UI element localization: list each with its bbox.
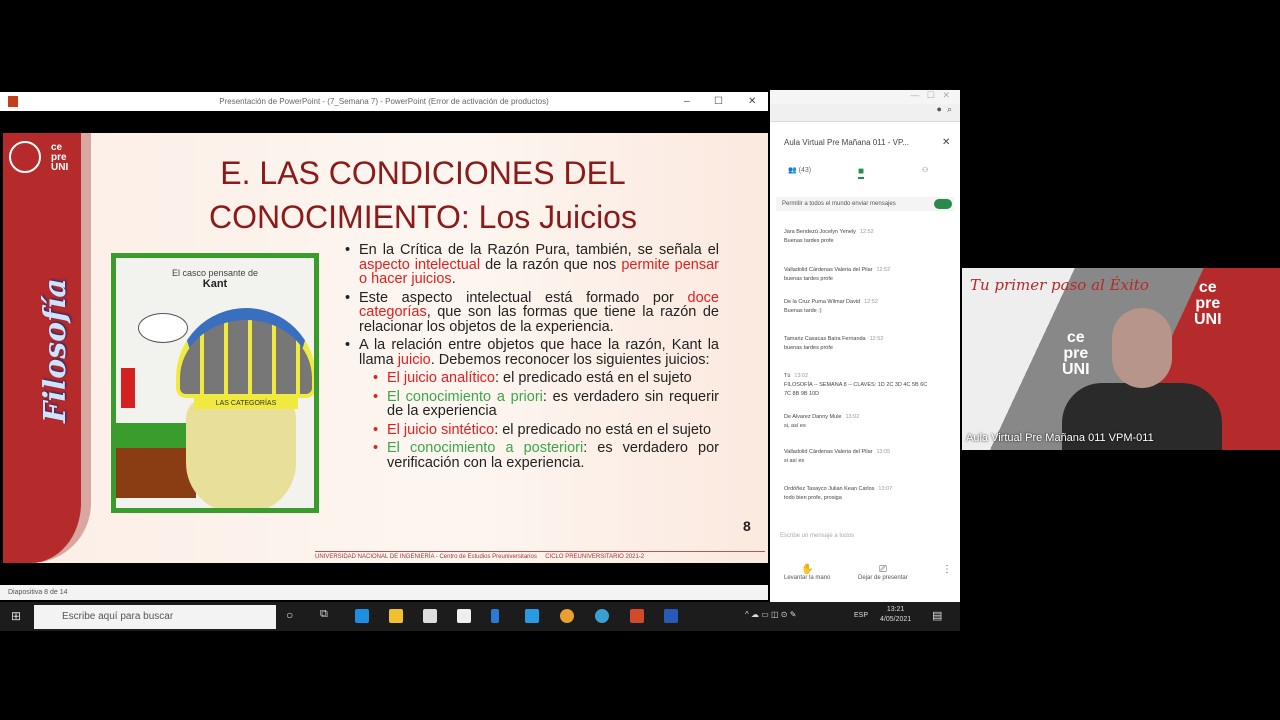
title-bar: Presentación de PowerPoint - (7_Semana 7… xyxy=(0,92,768,111)
window-title: Presentación de PowerPoint - (7_Semana 7… xyxy=(219,97,549,106)
kant-image: El casco pensante de Kant LAS CATEGORÍAS xyxy=(111,253,319,513)
close-chat-button[interactable]: ✕ xyxy=(942,137,950,148)
message-text: si, así es xyxy=(784,423,806,429)
message-text: todo bien profe, prosiga xyxy=(784,495,842,501)
minimize-button[interactable]: – xyxy=(684,92,690,111)
taskbar-search[interactable]: Escribe aquí para buscar xyxy=(34,605,276,629)
sender-name: Tú xyxy=(784,373,791,379)
message-time: 12:52 xyxy=(869,336,884,342)
sender-name: De Alvarez Danny Mule xyxy=(784,414,842,420)
start-button[interactable]: ⊞ xyxy=(11,609,21,623)
message-time: 12:52 xyxy=(859,229,874,235)
cam-logo: ce pre UNI xyxy=(1194,279,1222,328)
message-text: Buenas tardes profe xyxy=(784,238,834,244)
chat-message: Valladolid Cárdenas Valeria del Pilar 13:… xyxy=(784,448,934,466)
message-time: 13:07 xyxy=(878,486,893,492)
sender-name: Ordóñez Tasayco Julian Kean Carlos xyxy=(784,486,875,492)
search-icon[interactable]: ⌕ xyxy=(947,104,952,114)
chrome-icon[interactable] xyxy=(560,609,574,623)
message-text: FILOSOFÍA -- SEMANA 8 -- CLAVES: 1D 2C 3… xyxy=(784,382,928,397)
toolbar: ● ⌕ xyxy=(770,104,960,122)
message-text: buenas tardes profe xyxy=(784,345,833,351)
slide-title: E. LAS CONDICIONES DEL CONOCIMIENTO: Los … xyxy=(209,155,637,235)
sender-name: Valladolid Cárdenas Valeria del Pilar xyxy=(784,449,873,455)
chat-message: Tamariz Casacas Baira Fernanda 12:52 buena… xyxy=(784,335,934,353)
meeting-title: Aula Virtual Pre Mañana 011 - VP... xyxy=(784,138,909,147)
powerpoint-taskbar-icon[interactable] xyxy=(630,609,644,623)
message-time: 13:02 xyxy=(794,373,809,379)
bullet-list: En la Crítica de la Razón Pura, también,… xyxy=(341,243,719,474)
message-text: buenas tardes profe xyxy=(784,276,833,282)
app-icon[interactable] xyxy=(491,609,499,623)
message-text: si así es xyxy=(784,458,805,464)
chat-tab[interactable]: ■ xyxy=(858,166,865,179)
close-button[interactable]: ✕ xyxy=(748,92,756,111)
slogan: Tu primer paso al Éxito xyxy=(970,276,1149,294)
chat-message: De la Cruz Puma Wilmar David 12:52 Buenas … xyxy=(784,298,934,316)
notifications-icon[interactable]: ▤ xyxy=(932,609,942,622)
categories-label: LAS CATEGORÍAS xyxy=(194,398,298,409)
chat-message: De Alvarez Danny Mule 13:02 si, así es xyxy=(784,413,934,431)
word-icon[interactable] xyxy=(664,609,678,623)
chat-message: Jara Bendezú Jocelyn Yenely 12:52 Buenas t… xyxy=(784,228,934,246)
sender-name: Valladolid Cárdenas Valeria del Pilar xyxy=(784,267,873,273)
more-options-icon[interactable]: ⋮ xyxy=(942,564,952,575)
chat-message: Tú 13:02 FILOSOFÍA -- SEMANA 8 -- CLAVES: … xyxy=(784,372,934,399)
language-indicator[interactable]: ESP xyxy=(854,612,868,619)
apps-tab[interactable]: ⚇ xyxy=(922,166,928,174)
sender-name: De la Cruz Puma Wilmar David xyxy=(784,299,861,305)
stop-presenting-button[interactable]: ⎚ Dejar de presentar xyxy=(858,564,908,581)
cepreuni-logo: ce pre UNI xyxy=(9,139,79,179)
chat-message: Valladolid Cárdenas Valeria del Pilar 12:… xyxy=(784,266,934,284)
dropbox-icon[interactable] xyxy=(457,609,471,623)
raise-hand-button[interactable]: ✋ Levantar la mano xyxy=(784,564,830,581)
cortana-icon[interactable]: ○ xyxy=(286,608,293,622)
store-icon[interactable] xyxy=(423,609,437,623)
side-label: Filosofía xyxy=(37,278,73,423)
powerpoint-icon xyxy=(8,96,18,107)
slide: ce pre UNI Filosofía E. LAS CONDICIONES DE… xyxy=(3,133,768,563)
participants-tab[interactable]: 👥 (43) xyxy=(788,166,811,174)
message-time: 12:52 xyxy=(864,299,878,305)
message-time: 13:05 xyxy=(876,449,891,455)
slide-footer: UNIVERSIDAD NACIONAL DE INGENIERÍA - Cen… xyxy=(315,551,765,560)
clock[interactable]: 13:21 4/05/2021 xyxy=(880,605,911,625)
message-time: 12:52 xyxy=(876,267,891,273)
window-controls[interactable]: — ☐ ✕ xyxy=(770,90,960,104)
webcam-feed: Tu primer paso al Éxito ce pre UNI ce pre UN… xyxy=(962,268,1280,450)
sender-name: Jara Bendezú Jocelyn Yenely xyxy=(784,229,856,235)
message-input[interactable]: Escribe un mensaje a todos xyxy=(780,533,950,539)
message-text: Buenas tarde :) xyxy=(784,308,822,314)
task-view-icon[interactable]: ⧉ xyxy=(320,608,328,621)
mail-icon[interactable] xyxy=(525,609,539,623)
status-bar: Diapositiva 8 de 14 xyxy=(0,585,768,600)
camera-icon[interactable]: ● xyxy=(937,104,942,114)
camera-label: Aula Virtual Pre Mañana 011 VPM-011 xyxy=(966,432,1154,444)
chat-message: Ordóñez Tasayco Julian Kean Carlos 13:07 t… xyxy=(784,485,934,503)
page-number: 8 xyxy=(743,518,751,534)
system-tray-icons[interactable]: ^ ☁ ▭ ◫ ⊙ ✎ xyxy=(745,610,796,619)
allow-messages-toggle[interactable] xyxy=(934,199,952,209)
message-time: 13:02 xyxy=(845,414,860,420)
maximize-button[interactable]: ☐ xyxy=(714,92,723,111)
allow-messages-row: Permitir a todos el mundo enviar mensaje… xyxy=(776,197,954,211)
taskbar: ⊞ Escribe aquí para buscar ○ ⧉ ^ ☁ ▭ ◫ ⊙… xyxy=(0,602,960,631)
sender-name: Tamariz Casacas Baira Fernanda xyxy=(784,336,866,342)
powerpoint-window: Presentación de PowerPoint - (7_Semana 7… xyxy=(0,92,768,602)
chrome-icon-2[interactable] xyxy=(595,609,609,623)
edge-icon[interactable] xyxy=(355,609,369,623)
teams-chat-panel: — ☐ ✕ ● ⌕ Aula Virtual Pre Mañana 011 - … xyxy=(770,90,960,602)
file-explorer-icon[interactable] xyxy=(389,609,403,623)
